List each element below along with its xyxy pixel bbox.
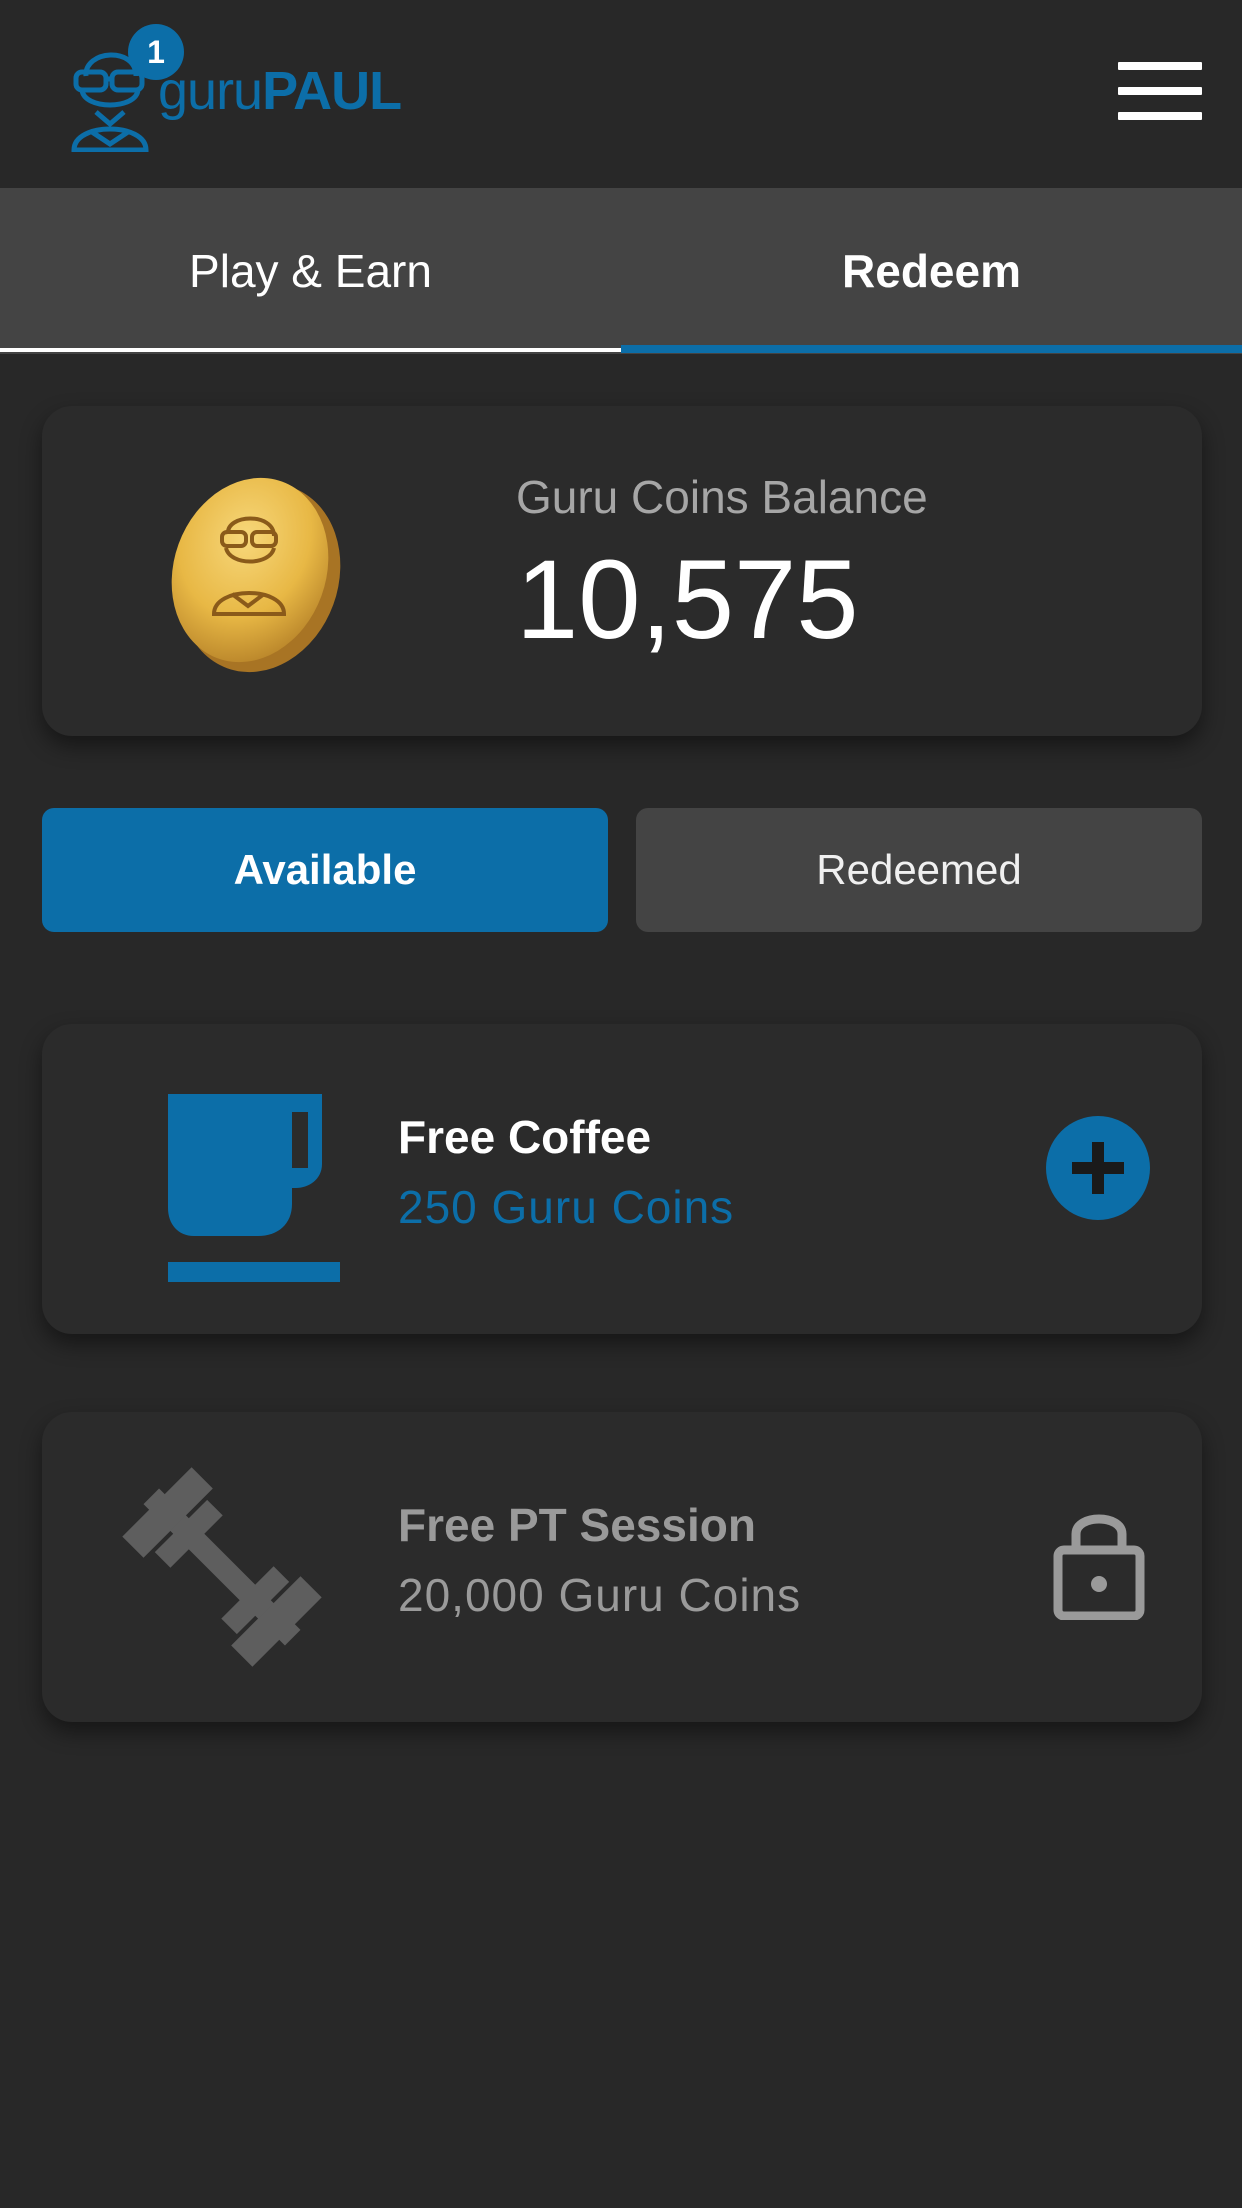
logo-wordmark: guruPAUL [158,61,402,121]
gold-coin-icon [171,477,341,673]
main-tabs: Play & Earn Redeem [0,188,1242,354]
add-reward-button[interactable] [1046,1116,1150,1220]
tab-play-earn[interactable]: Play & Earn [0,188,621,354]
reward-title: Free Coffee [398,1111,652,1163]
menu-bar-top [1118,62,1202,70]
app-logo[interactable]: 1 guruPAUL [66,24,446,154]
available-filter-button[interactable]: Available [42,808,608,932]
reward-cost: 250 Guru Coins [398,1181,735,1233]
tab-underline-active [621,345,1242,353]
redeemed-filter-button[interactable]: Redeemed [636,808,1202,932]
logo-text-light: guru [158,61,263,121]
plus-icon [1072,1142,1124,1194]
app-header: 1 guruPAUL [0,0,1242,188]
balance-value: 10,575 [516,537,859,662]
coffee-cup-icon [168,1094,340,1282]
balance-label: Guru Coins Balance [516,471,928,523]
menu-bar-middle [1118,87,1202,95]
menu-bar-bottom [1118,112,1202,120]
reward-cost: 20,000 Guru Coins [398,1569,802,1621]
reward-card-pt-session[interactable]: Free PT Session 20,000 Guru Coins [42,1412,1202,1722]
hamburger-menu-icon[interactable] [1118,60,1204,122]
reward-card-coffee[interactable]: Free Coffee 250 Guru Coins [42,1024,1202,1334]
dumbbell-icon [122,1467,322,1667]
logo-text-bold: PAUL [262,61,402,121]
reward-title: Free PT Session [398,1499,756,1551]
tab-redeem[interactable]: Redeem [621,188,1242,354]
lock-icon [1053,1514,1145,1620]
tab-underline-inactive [0,348,621,352]
balance-card: Guru Coins Balance 10,575 [42,406,1202,736]
